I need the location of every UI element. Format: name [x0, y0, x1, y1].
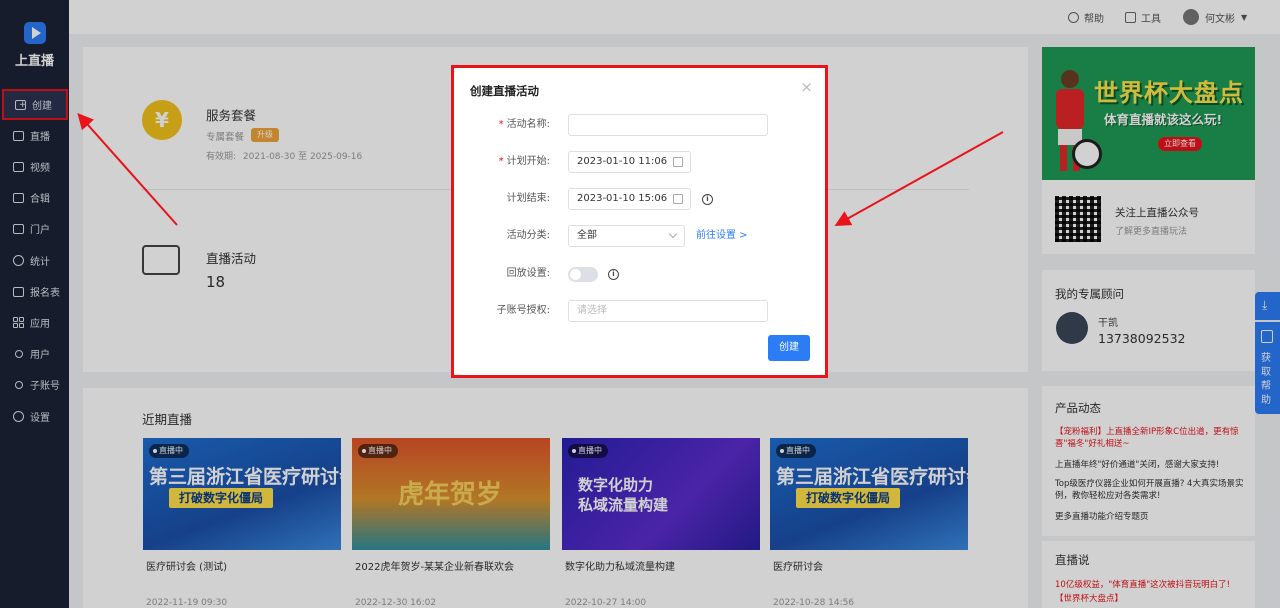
field-label: * 活动名称: — [498, 119, 550, 130]
create-button[interactable]: 创建 — [768, 335, 810, 361]
category-select[interactable]: 全部 — [568, 225, 685, 247]
field-label: * 计划开始: — [498, 156, 550, 167]
form-row-end: 计划结束: 2023-01-10 15:06 i — [454, 188, 825, 212]
field-label: 子账号授权: — [496, 305, 550, 316]
activity-name-input[interactable] — [568, 114, 768, 136]
end-time-picker[interactable]: 2023-01-10 15:06 — [568, 188, 691, 210]
info-icon[interactable]: i — [702, 194, 713, 205]
calendar-icon — [673, 194, 683, 204]
field-label: 活动分类: — [506, 230, 550, 241]
form-row-sub-account: 子账号授权: 请选择 — [454, 300, 825, 324]
replay-toggle[interactable] — [568, 267, 598, 282]
form-row-category: 活动分类: 全部 前往设置 > — [454, 225, 825, 249]
start-time-picker[interactable]: 2023-01-10 11:06 — [568, 151, 691, 173]
form-row-start: * 计划开始: 2023-01-10 11:06 — [454, 151, 825, 175]
field-label: 回放设置: — [506, 268, 550, 279]
calendar-icon — [673, 157, 683, 167]
create-live-modal: 创建直播活动 × * 活动名称: * 计划开始: 2023-01-10 11:06 … — [451, 65, 828, 378]
chevron-down-icon — [668, 229, 678, 239]
modal-title: 创建直播活动 — [470, 84, 539, 98]
start-time-value: 2023-01-10 11:06 — [577, 156, 668, 167]
form-row-name: * 活动名称: — [454, 114, 825, 138]
form-row-replay: 回放设置: i — [454, 263, 825, 287]
field-label: 计划结束: — [506, 193, 550, 204]
category-value: 全部 — [577, 230, 597, 241]
end-time-value: 2023-01-10 15:06 — [577, 193, 668, 204]
sub-account-select[interactable]: 请选择 — [568, 300, 768, 322]
info-icon[interactable]: i — [608, 269, 619, 280]
goto-settings-link[interactable]: 前往设置 > — [696, 225, 748, 247]
close-icon[interactable]: × — [800, 78, 813, 96]
